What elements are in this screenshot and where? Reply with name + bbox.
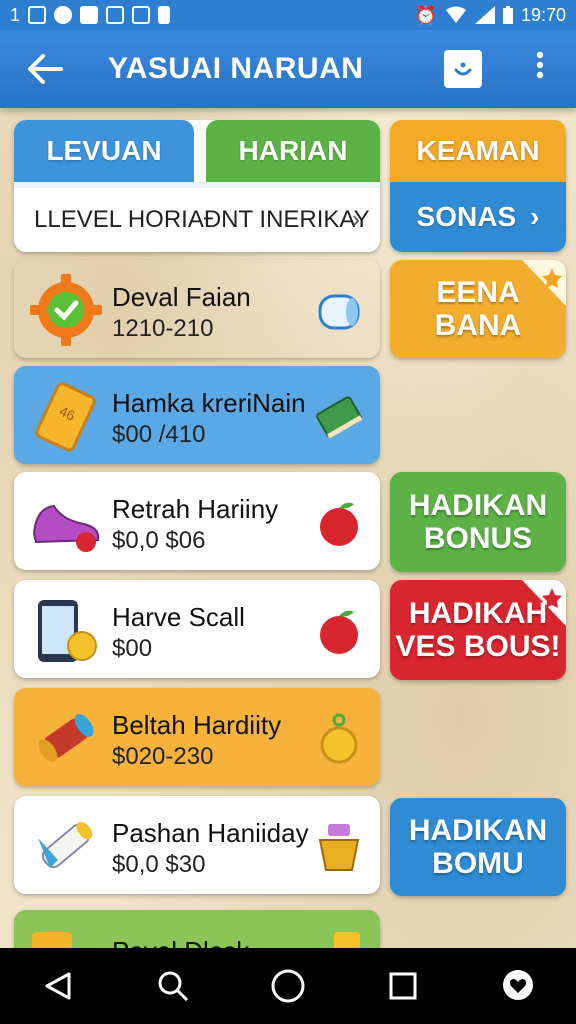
gold-bar-icon: 46 [35,382,96,452]
list-item[interactable]: Deval Faian 1210-210 [14,260,380,358]
app-notification-icon [54,6,73,24]
banner-line1: HADIKAN [408,489,548,522]
navigation-bar [0,948,576,1024]
green-book-icon [316,396,363,439]
apple-icon [320,502,358,546]
clipboard-notification-icon [158,6,171,24]
item-price: $0,0 $30 [112,851,206,878]
chevron-right-icon: › [530,201,540,232]
status-time: 19:70 [520,4,566,25]
item-name: Pashan Haniiday [112,818,309,848]
honey-pot-icon [318,824,360,871]
status-left-text: 1 [10,4,21,25]
list-item[interactable]: 46 Hamka kreriNain $00 /410 [14,366,380,464]
banner-line1: EENA [436,276,520,309]
back-arrow-icon [28,54,63,84]
apple-icon [320,610,358,654]
bonus-banner[interactable]: HADIKAN BOMU [390,798,566,896]
item-price: 1210-210 [112,315,214,342]
sonas-label: SONAS [416,201,517,232]
alarm-icon: ⏰ [414,4,437,25]
status-bar: 1 ⏰ 19:70 [0,0,576,30]
tab-levuan[interactable]: LEVUAN [14,120,194,182]
banner-line2: BANA [434,309,522,342]
right-panel: KEAMAN SONAS › [390,120,566,252]
banner-line2: BONUS [423,522,533,555]
back-button[interactable] [0,30,90,108]
rolled-paper-icon [38,821,93,869]
list-item[interactable]: Retrah Hariiny $0,0 $06 [14,472,380,570]
profile-button[interactable] [444,50,482,88]
triangle-back-icon [45,972,71,1000]
phone-coin-icon [38,600,97,662]
item-price: $00 [112,635,153,662]
app-title: YASUAI NARUAN [108,52,364,85]
nav-search-button[interactable] [143,956,203,1016]
app-bar: YASUAI NARUAN [0,30,576,108]
bonus-banner[interactable]: HADIKAH VES BOUS! [390,580,566,680]
level-row-label: LLEVEL HORIAÐNT INERIKAY [34,206,370,233]
sonas-button[interactable]: SONAS › [390,182,566,252]
wifi-icon [445,6,466,23]
mail-notification-icon [132,6,151,24]
banner-line1: HADIKAN [408,814,548,847]
item-name: Beltah Hardiity [112,710,282,740]
item-price: $0,0 $06 [112,527,206,554]
item-name: Retrah Hariiny [112,494,279,524]
smiley-icon [454,62,472,76]
item-price: $020-230 [112,743,214,770]
nav-back-button[interactable] [28,956,88,1016]
level-row[interactable]: LLEVEL HORIAÐNT INERIKAY › [14,182,380,252]
heart-bubble-icon [503,970,534,1000]
nav-home-button[interactable] [258,956,318,1016]
item-price: $00 /410 [112,421,206,448]
image-notification-icon [106,6,125,24]
grid-notification-icon [28,6,47,24]
list-item[interactable]: Beltah Hardiity $020-230 [14,688,380,786]
chevron-right-icon: › [352,206,360,233]
nav-assistant-button[interactable] [488,956,548,1016]
nav-recents-button[interactable] [373,956,433,1016]
search-icon [158,971,188,1002]
star-corner-icon [522,260,566,306]
home-circle-icon [271,969,305,1003]
jar-icon [318,294,360,330]
bonus-banner[interactable]: EENA BANA [390,260,566,358]
battery-icon [502,6,513,24]
signal-icon [474,6,495,24]
item-name: Deval Faian [112,282,251,312]
item-name: Hamka kreriNain [112,388,306,418]
purple-shoe-icon [32,504,100,552]
gear-check-icon [30,274,102,346]
star-corner-icon [522,580,566,626]
banner-line2: BOMU [432,847,524,880]
coin-icon [320,713,358,764]
list-item[interactable]: Pashan Haniiday $0,0 $30 [14,796,380,894]
more-options-button[interactable] [522,51,558,87]
item-name: Harve Scall [112,602,245,632]
keaman-tab[interactable]: KEAMAN [390,120,566,182]
list-item[interactable]: Harve Scall $00 [14,580,380,678]
tabs-card: LEVUAN HARIAN LLEVEL HORIAÐNT INERIKAY › [14,120,380,252]
bonus-banner[interactable]: HADIKAN BONUS [390,472,566,572]
square-recents-icon [389,972,417,1000]
tab-harian[interactable]: HARIAN [206,120,380,182]
scroll-icon [38,714,94,762]
vertical-dots-icon [536,51,544,79]
banner-line2: VES BOUS! [395,630,561,663]
file-notification-icon [80,6,99,24]
